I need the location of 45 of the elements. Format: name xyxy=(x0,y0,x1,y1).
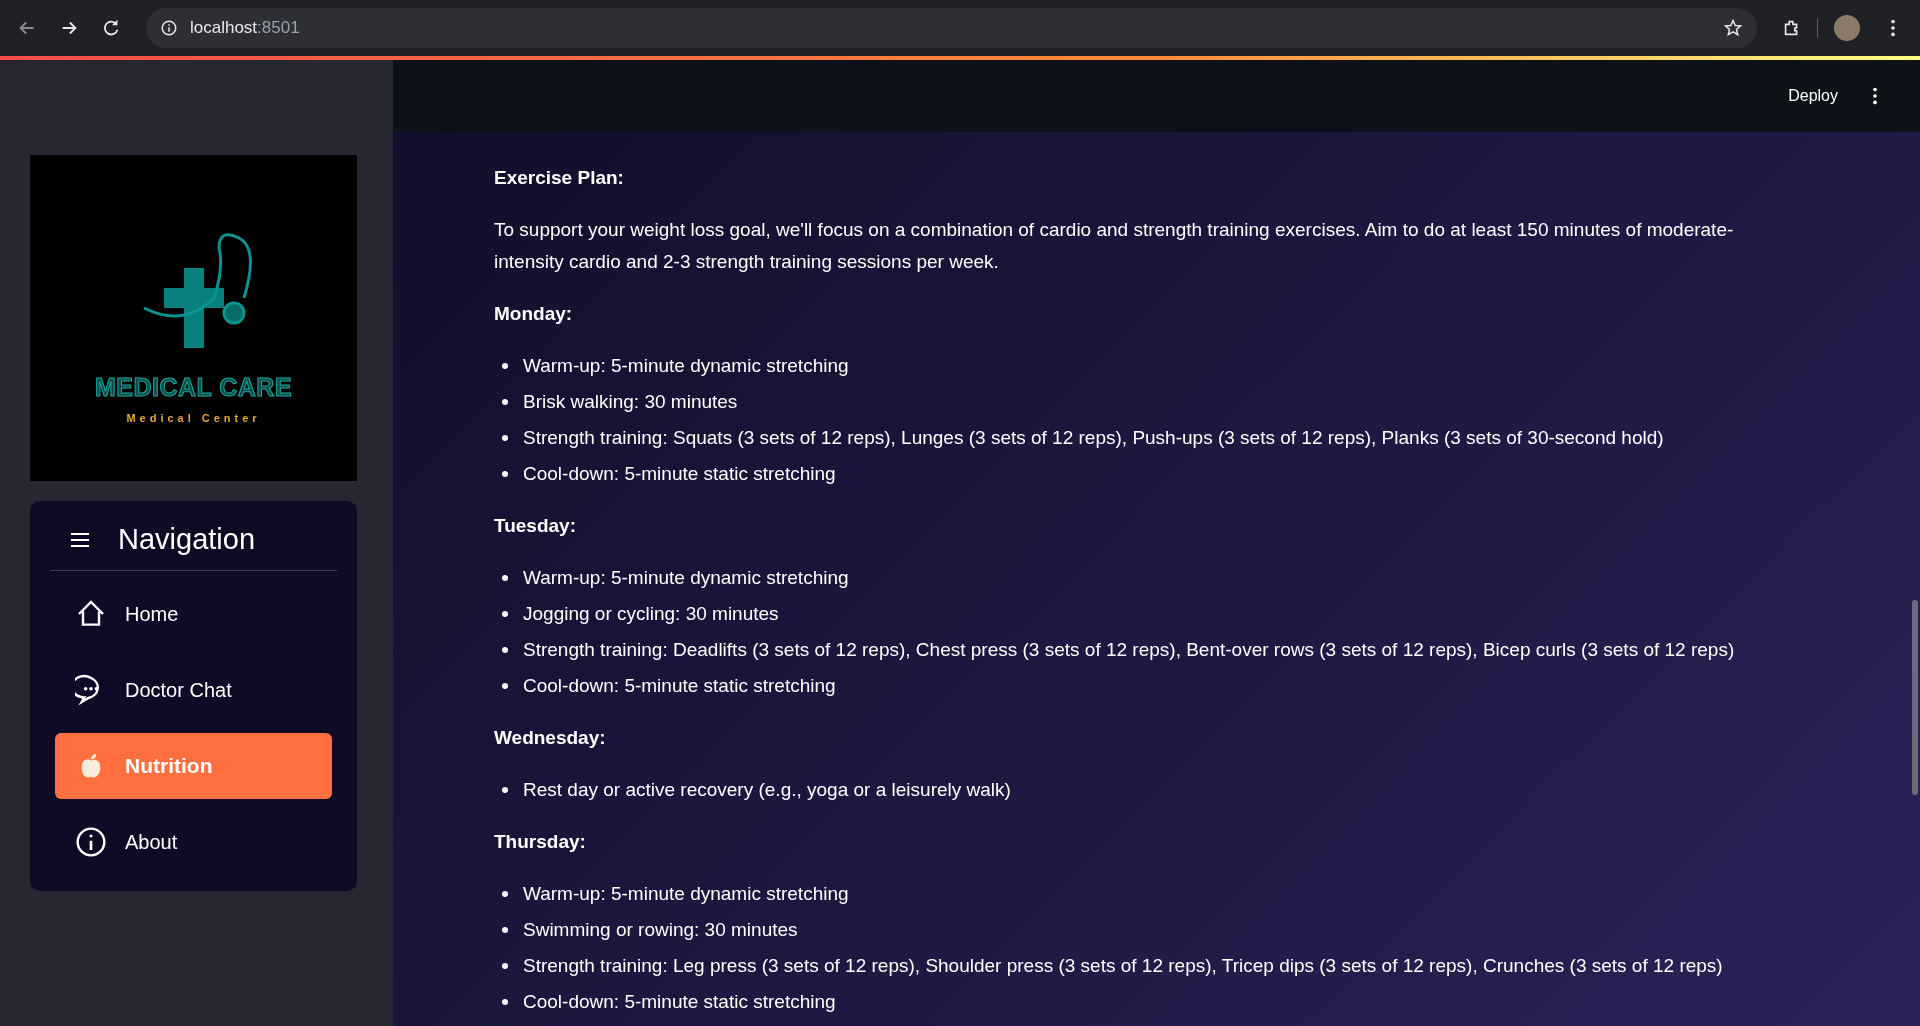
nav-item[interactable]: About xyxy=(55,809,332,875)
nav-item[interactable]: Home xyxy=(55,581,332,647)
list-item: Strength training: Squats (3 sets of 12 reps), Lunges (3 sets of 12 reps), Push-ups (3 sets of 12 reps), Planks (3 sets of 30-second hold) xyxy=(523,426,1664,450)
list-item: Cool-down: 5-minute static stretching xyxy=(523,674,836,698)
star-icon[interactable] xyxy=(1723,18,1743,38)
list-item: Warm-up: 5-minute dynamic stretching xyxy=(523,566,849,590)
logo-subtitle: Medical Center xyxy=(126,411,261,424)
section-heading: Thursday: xyxy=(494,830,587,854)
profile-avatar[interactable] xyxy=(1834,15,1860,41)
bullet-icon xyxy=(502,963,508,969)
section-heading: Exercise Plan: xyxy=(494,166,625,190)
list-item: Cool-down: 5-minute static stretching xyxy=(523,462,836,486)
list-item: Swimming or rowing: 30 minutes xyxy=(523,918,798,942)
bullet-icon xyxy=(502,471,508,477)
list-item: Strength training: Deadlifts (3 sets of 12 reps), Chest press (3 sets of 12 reps), Bent-over rows (3 sets of 12 reps), Bicep curls (3 sets of 12 reps) xyxy=(523,638,1735,662)
bullet-icon xyxy=(502,787,508,793)
deploy-button[interactable]: Deploy xyxy=(1784,81,1842,111)
address-bar[interactable]: localhost:8501 xyxy=(146,8,1757,48)
section-heading: Tuesday: xyxy=(494,514,577,538)
bullet-icon xyxy=(502,647,508,653)
bullet-icon xyxy=(502,891,508,897)
bullet-icon xyxy=(502,611,508,617)
bullet-icon xyxy=(502,363,508,369)
section-heading: Wednesday: xyxy=(494,726,607,750)
nav-item[interactable]: Doctor Chat xyxy=(55,657,332,723)
section-heading: Monday: xyxy=(494,302,574,326)
info-icon[interactable] xyxy=(160,19,178,37)
bullet-icon xyxy=(502,399,508,405)
bullet-icon xyxy=(502,999,508,1005)
list-item: Warm-up: 5-minute dynamic stretching xyxy=(523,882,849,906)
bullet-icon xyxy=(502,927,508,933)
list-item: Brisk walking: 30 minutes xyxy=(523,390,738,414)
list-item: Jogging or cycling: 30 minutes xyxy=(523,602,779,626)
list-item: Rest day or active recovery (e.g., yoga or a leisurely walk) xyxy=(523,778,1011,802)
paragraph: To support your weight loss goal, we'll focus on a combination of cardio and strength training exercises. Aim to do at least 150 minutes of moderate-intensity cardio and 2-3 strength training sessions per week. xyxy=(494,218,1735,274)
list-item: Cool-down: 5-minute static stretching xyxy=(523,990,836,1014)
list-item: Warm-up: 5-minute dynamic stretching xyxy=(523,354,849,378)
bullet-icon xyxy=(502,575,508,581)
scrollbar-thumb[interactable] xyxy=(1912,600,1918,795)
logo-title: MEDICAL CARE xyxy=(94,372,293,402)
list-item: Strength training: Leg press (3 sets of 12 reps), Shoulder press (3 sets of 12 reps), Tricep dips (3 sets of 12 reps), Crunches (3 sets of 12 reps) xyxy=(523,954,1723,978)
bullet-icon xyxy=(502,683,508,689)
navigation-title: Navigation xyxy=(118,523,256,556)
info-icon xyxy=(75,826,107,858)
bullet-icon xyxy=(502,435,508,441)
